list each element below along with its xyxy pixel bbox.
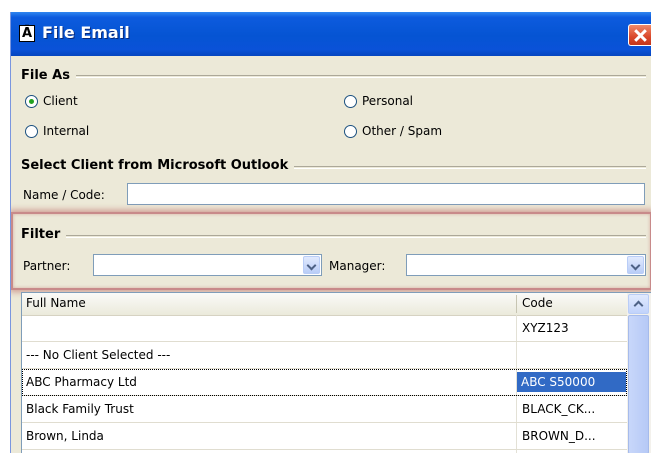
chevron-down-icon[interactable]	[627, 256, 644, 274]
window-title: File Email	[42, 23, 130, 42]
vertical-scrollbar[interactable]	[627, 293, 651, 453]
partner-label: Partner:	[23, 259, 71, 273]
select-client-group-label: Select Client from Microsoft Outlook	[21, 158, 295, 173]
list-header: Full Name Code	[22, 293, 627, 316]
scroll-thumb[interactable]	[628, 315, 649, 453]
title-bar[interactable]: Ā File Email	[11, 12, 651, 56]
file-as-group-label: File As	[21, 68, 76, 83]
radio-personal-indicator	[344, 94, 357, 108]
chevron-up-icon[interactable]	[628, 294, 649, 314]
radio-other-spam[interactable]: Other / Spam	[344, 124, 442, 138]
manager-select[interactable]	[406, 254, 646, 276]
table-row[interactable]: Black Family Trust BLACK_CK...	[22, 396, 627, 423]
filter-highlight-frame	[11, 212, 651, 290]
cell-full-name: ABC Pharmacy Ltd	[26, 375, 137, 389]
column-header-full-name[interactable]: Full Name	[26, 296, 86, 310]
radio-client-label: Client	[43, 94, 78, 108]
radio-internal[interactable]: Internal	[25, 124, 89, 138]
name-code-input[interactable]	[127, 183, 645, 205]
cell-code: BLACK_CK...	[522, 402, 596, 416]
cell-full-name: Brown, Linda	[26, 429, 104, 443]
radio-personal-label: Personal	[362, 94, 414, 108]
radio-internal-label: Internal	[43, 124, 90, 138]
chevron-down-icon[interactable]	[303, 256, 320, 274]
partner-select[interactable]	[93, 254, 322, 276]
table-row[interactable]: Brown, Linda BROWN_D...	[22, 423, 627, 450]
app-icon: Ā	[19, 25, 35, 42]
cell-code-highlight: ABC S50000	[517, 372, 626, 392]
file-as-divider	[21, 75, 646, 78]
cell-code: BROWN_D...	[522, 429, 596, 443]
close-icon[interactable]	[628, 24, 651, 46]
column-separator[interactable]	[516, 295, 517, 313]
cell-code: XYZ123	[522, 321, 569, 335]
cell-full-name: Black Family Trust	[26, 402, 134, 416]
radio-personal[interactable]: Personal	[344, 94, 413, 108]
cell-code: ABC S50000	[521, 375, 596, 389]
table-row[interactable]: XYZ123	[22, 315, 627, 342]
radio-other-spam-label: Other / Spam	[362, 124, 443, 138]
client-list[interactable]: Full Name Code XYZ123 --- No Client Sele…	[21, 292, 651, 453]
cell-full-name: --- No Client Selected ---	[26, 348, 171, 362]
table-row[interactable]: --- No Client Selected ---	[22, 342, 627, 369]
column-header-code[interactable]: Code	[522, 296, 553, 310]
manager-label: Manager:	[329, 259, 386, 273]
radio-other-spam-indicator	[344, 124, 357, 138]
file-email-dialog: Ā File Email File As Client Personal Int…	[10, 12, 651, 453]
name-code-label: Name / Code:	[23, 188, 105, 202]
filter-group-label: Filter	[21, 227, 67, 242]
table-row-selected[interactable]: ABC Pharmacy Ltd ABC S50000	[22, 369, 627, 396]
filter-divider	[21, 235, 646, 238]
radio-internal-indicator	[25, 124, 38, 138]
radio-client-indicator	[25, 94, 38, 108]
radio-client[interactable]: Client	[25, 94, 78, 108]
